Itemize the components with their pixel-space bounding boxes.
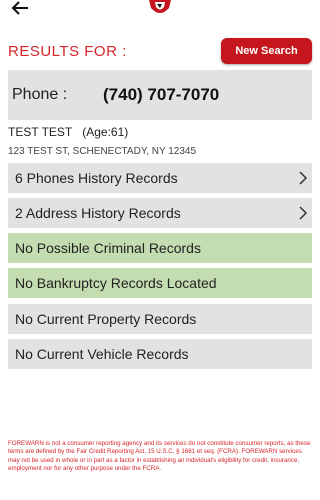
record-label: No Current Property Records — [15, 311, 197, 327]
new-search-button[interactable]: New Search — [221, 38, 312, 64]
top-bar — [0, 0, 320, 24]
person-name: TEST TEST — [8, 125, 73, 139]
record-label: No Current Vehicle Records — [15, 346, 189, 362]
record-row-vehicle: No Current Vehicle Records — [8, 339, 312, 369]
phone-number: (740) 707-7070 — [103, 85, 220, 104]
record-row-bankruptcy: No Bankruptcy Records Located — [8, 268, 312, 298]
record-row-phones-history[interactable]: 6 Phones History Records — [8, 163, 312, 193]
record-row-criminal: No Possible Criminal Records — [8, 233, 312, 263]
chevron-right-icon — [298, 206, 308, 220]
phone-label: Phone : — [12, 86, 68, 103]
results-for-label: RESULTS FOR : — [8, 43, 127, 60]
person-age: (Age:61) — [82, 125, 129, 139]
record-label: 2 Address History Records — [15, 205, 181, 221]
person-info: TEST TEST (Age:61) — [8, 125, 128, 139]
arrow-left-icon[interactable] — [10, 0, 32, 16]
shield-logo-icon — [147, 0, 173, 18]
record-row-property: No Current Property Records — [8, 304, 312, 334]
person-address: 123 TEST ST, SCHENECTADY, NY 12345 — [8, 146, 197, 157]
record-label: 6 Phones History Records — [15, 170, 178, 186]
record-label: No Bankruptcy Records Located — [15, 275, 217, 291]
chevron-right-icon — [298, 171, 308, 185]
phone-summary: Phone : (740) 707-7070 — [8, 70, 312, 120]
disclaimer-text: FOREWARN is not a consumer reporting age… — [8, 440, 311, 473]
record-row-address-history[interactable]: 2 Address History Records — [8, 198, 312, 228]
record-label: No Possible Criminal Records — [15, 240, 201, 256]
